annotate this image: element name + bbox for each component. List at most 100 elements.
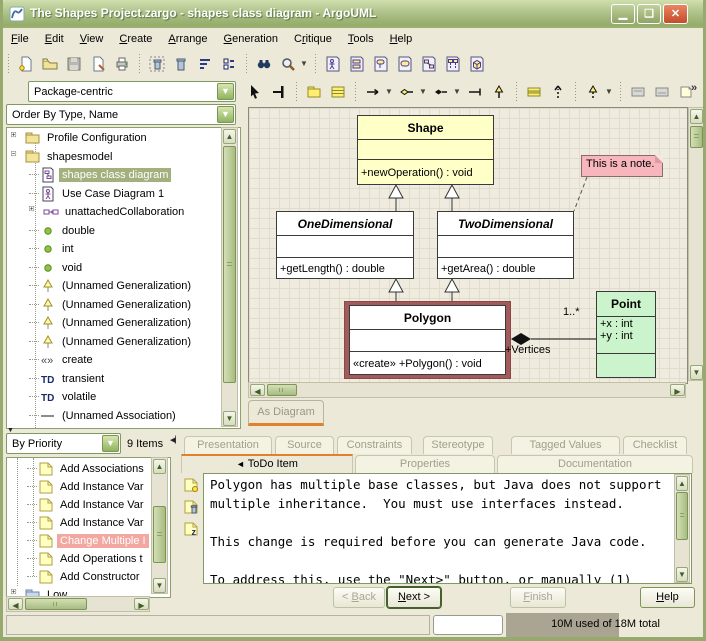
order-combo[interactable]: Order By Type, Name ▼ [6,104,236,125]
uml-class-onedimensional[interactable]: OneDimensional+getLength() : double [276,211,414,279]
tab-as-diagram[interactable]: As Diagram [248,400,324,426]
menu-file[interactable]: File [3,30,37,48]
aggregation-tool-dropdown-icon[interactable]: ▼ [419,84,429,100]
expander-minus-icon[interactable] [11,151,20,163]
explorer-scrollbar-arrow-down[interactable]: ▼ [223,411,236,426]
explorer-scrollbar-arrow-up[interactable]: ▲ [223,129,236,144]
select-tool-button[interactable] [243,81,267,103]
aggregation-tool-button[interactable] [395,81,419,103]
tree-item-label[interactable]: volatile [59,390,99,404]
todo-text-scrollbar[interactable]: ▲▼ [674,474,690,583]
composition-tool-dropdown-icon[interactable]: ▼ [453,84,463,100]
tree-item-label[interactable]: OneDimensional [62,427,149,429]
realization-tool-dropdown-icon[interactable]: ▼ [605,84,615,100]
tree-item-label[interactable]: (Unnamed Generalization) [59,298,194,312]
canvas-h-scrollbar-arrow-left[interactable]: ◀ [250,384,265,396]
remove-from-diagram-button[interactable] [145,53,169,75]
canvas-v-scrollbar-arrow-down[interactable]: ▼ [690,365,703,380]
broom-tool-button[interactable] [267,81,291,103]
print-button[interactable] [110,53,134,75]
todo-h-scrollbar[interactable]: ◀▶ [6,596,150,612]
expander-plus-icon[interactable] [29,428,38,429]
uml-class-twodimensional[interactable]: TwoDimensional+getArea() : double [437,211,574,279]
chevron-down-icon[interactable]: ▼ [217,83,234,100]
association-tool-dropdown-icon[interactable]: ▼ [385,84,395,100]
tree-item[interactable]: «»create [7,351,240,369]
tree-item[interactable]: shapes class diagram [7,166,240,184]
package-tool-button[interactable] [302,81,326,103]
tree-item[interactable]: OneDimensional [7,425,240,429]
expander-plus-icon[interactable] [29,206,38,218]
tree-item-label[interactable]: create [59,353,96,367]
tree-item-label[interactable]: (Unnamed Generalization) [59,279,194,293]
menu-edit[interactable]: Edit [37,30,72,48]
uniassociation-tool-button[interactable] [463,81,487,103]
tree-item[interactable]: shapesmodel [7,148,240,166]
uml-class-point[interactable]: Point+x : int+y : int [596,291,656,378]
close-button[interactable]: ✕ [663,4,688,24]
todo-h-scrollbar-arrow-left[interactable]: ◀ [8,598,23,610]
association-role-label[interactable]: +Vertices [505,344,551,356]
tree-item[interactable]: (Unnamed Generalization) [7,277,240,295]
tab-presentation[interactable]: Presentation [184,436,272,454]
todo-v-scrollbar[interactable]: ▲▼ [151,457,168,594]
menu-arrange[interactable]: Arrange [160,30,215,48]
tab-stereotype[interactable]: Stereotype [423,436,493,454]
todo-text-scrollbar-arrow-down[interactable]: ▼ [676,567,688,582]
zoom-button[interactable] [276,53,300,75]
multiplicity-label[interactable]: 1..* [563,306,580,318]
tab-constraints[interactable]: Constraints [337,436,412,454]
generalization-tool-button[interactable] [487,81,511,103]
delete-todo-button[interactable] [183,499,199,518]
tab-documentation[interactable]: Documentation [497,455,693,473]
new-project-button[interactable] [14,53,38,75]
attribute-tool-button[interactable] [626,81,650,103]
perspective-combo[interactable]: Package-centric ▼ [28,81,236,102]
toolbar-overflow-button[interactable]: » [691,82,697,94]
tree-item[interactable]: double [7,222,240,240]
todo-h-scrollbar-arrow-right[interactable]: ▶ [134,598,149,610]
canvas-v-scrollbar-arrow-up[interactable]: ▲ [690,109,703,124]
todo-pane-collapse-handle[interactable]: ◀▏ [170,437,181,444]
todo-v-scrollbar-arrow-down[interactable]: ▼ [153,578,166,593]
diagram-canvas[interactable]: Shape+newOperation() : voidOneDimensiona… [248,107,688,384]
tree-item[interactable]: unattachedCollaboration [7,203,240,221]
todo-item[interactable]: Add Associations [7,460,170,478]
tree-item-label[interactable]: unattachedCollaboration [62,205,187,219]
todo-item-label[interactable]: Add Constructor [57,570,142,584]
delete-from-model-button[interactable] [169,53,193,75]
tab-todo-item[interactable]: ◄ ToDo Item [181,454,353,473]
tab-checklist[interactable]: Checklist [623,436,687,454]
tree-item[interactable]: TDvolatile [7,388,240,406]
canvas-h-scrollbar[interactable]: ◀▶ [248,382,686,398]
operation-tool-button[interactable] [650,81,674,103]
tree-item-label[interactable]: int [59,242,77,256]
association-tool-button[interactable] [361,81,385,103]
tree-item-label[interactable]: (Unnamed Generalization) [59,335,194,349]
help-button[interactable]: Help [640,587,695,608]
new-state-diagram-button[interactable] [369,53,393,75]
composition-tool-button[interactable] [429,81,453,103]
tree-item-label[interactable]: double [59,224,98,238]
zoom-dropdown-icon[interactable]: ▼ [300,56,310,72]
todo-item-label[interactable]: Change Multiple I [57,534,149,548]
todo-item[interactable]: Add Instance Var [7,514,170,532]
canvas-v-scrollbar-thumb[interactable] [690,126,703,148]
find-button[interactable] [252,53,276,75]
next-button[interactable]: Next > [387,587,441,608]
minimize-button[interactable]: ▁ [611,4,635,24]
tree-item-label[interactable]: void [59,261,85,275]
tab-source[interactable]: Source [275,436,334,454]
tree-item[interactable]: Profile Configuration [7,129,240,147]
todo-v-scrollbar-arrow-up[interactable]: ▲ [153,459,166,474]
tree-item[interactable]: (Unnamed Generalization) [7,333,240,351]
menu-view[interactable]: View [72,30,112,48]
new-class-diagram-button[interactable] [345,53,369,75]
tab-properties[interactable]: Properties [355,455,495,473]
canvas-h-scrollbar-thumb[interactable] [267,384,297,396]
tree-item-label[interactable]: transient [59,372,107,386]
tree-item-label[interactable]: shapes class diagram [59,168,171,182]
todo-item-label[interactable]: Add Instance Var [57,498,147,512]
todo-item[interactable]: Add Instance Var [7,496,170,514]
tree-item-label[interactable]: shapesmodel [44,150,115,164]
